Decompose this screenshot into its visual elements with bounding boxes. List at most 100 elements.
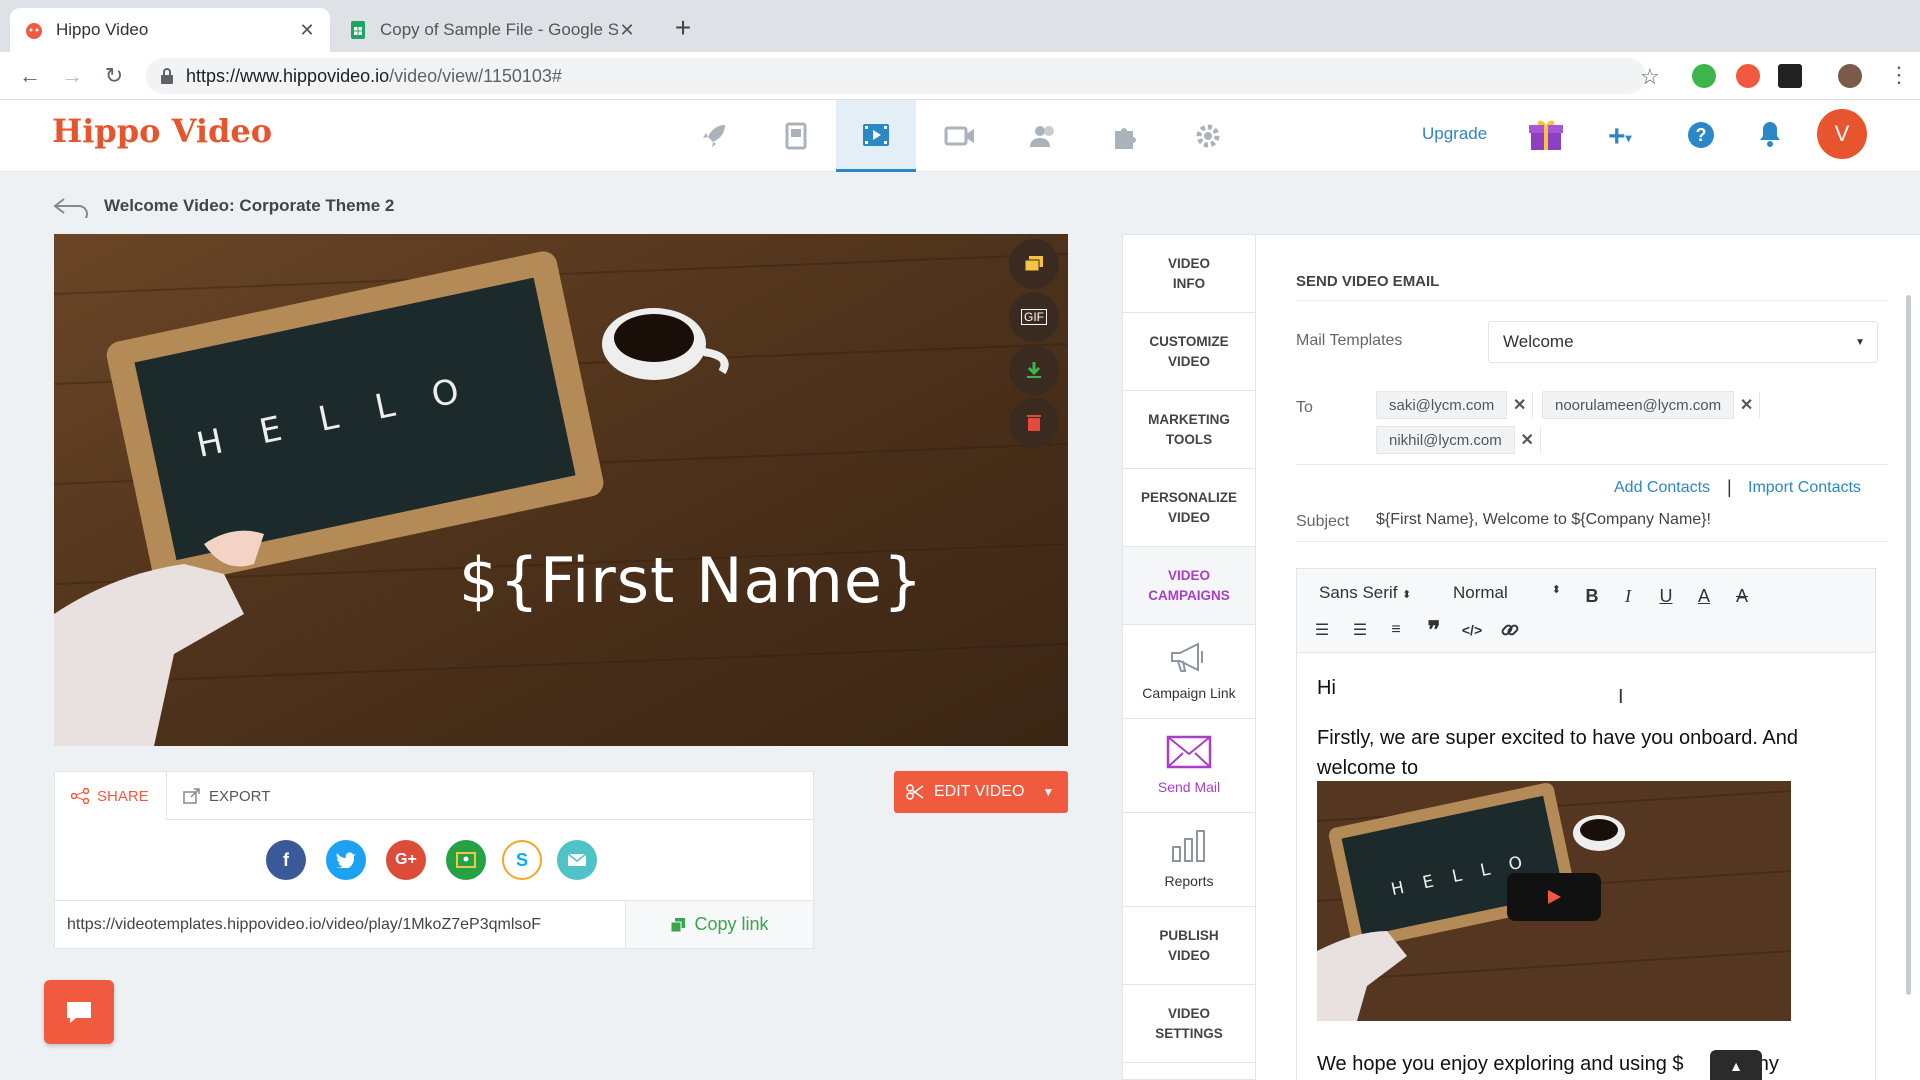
document-extension-icon[interactable]: [1778, 64, 1802, 88]
share-url-field[interactable]: https://videotemplates.hippovideo.io/vid…: [55, 900, 625, 948]
new-tab-button[interactable]: +: [668, 14, 698, 44]
grammarly-extension-icon[interactable]: [1692, 64, 1716, 88]
hippo-extension-icon[interactable]: [1736, 64, 1760, 88]
scroll-up-icon[interactable]: ▲: [1710, 1050, 1762, 1080]
menu-reports[interactable]: Reports: [1123, 813, 1255, 907]
email-greeting[interactable]: Hi: [1317, 673, 1336, 703]
tab-close-icon[interactable]: ✕: [618, 20, 636, 41]
page-title: Welcome Video: Corporate Theme 2: [104, 196, 395, 215]
url-domain: https://www.hippovideo.io: [186, 65, 390, 86]
share-panel: SHARE EXPORT f G+ S https://videotemplat…: [54, 771, 814, 949]
menu-personalize-video[interactable]: PERSONALIZE VIDEO: [1123, 469, 1255, 547]
twitter-icon[interactable]: [326, 840, 366, 880]
reload-icon[interactable]: ↻: [100, 62, 128, 90]
bold-icon[interactable]: B: [1579, 583, 1605, 609]
remove-recipient-icon[interactable]: ✕: [1733, 391, 1760, 419]
italic-icon[interactable]: I: [1615, 583, 1641, 609]
gift-icon[interactable]: [1528, 116, 1564, 152]
sheets-favicon-icon: [348, 20, 368, 40]
play-button-icon[interactable]: [1507, 873, 1601, 921]
text-color-icon[interactable]: A: [1691, 583, 1717, 609]
mail-templates-label: Mail Templates: [1296, 332, 1403, 349]
duplicate-icon[interactable]: [1009, 239, 1059, 289]
video-thumbnail-image: H E L L O: [54, 234, 1068, 746]
classroom-icon[interactable]: [446, 840, 486, 880]
browser-menu-icon[interactable]: ⋮: [1888, 62, 1910, 88]
user-avatar[interactable]: V: [1817, 109, 1867, 159]
camera-icon[interactable]: [920, 100, 1000, 172]
browser-tab-google-sheet[interactable]: Copy of Sample File - Google S ✕: [334, 8, 650, 52]
create-plus-icon[interactable]: +▾: [1608, 120, 1632, 154]
remove-recipient-icon[interactable]: ✕: [1513, 426, 1540, 454]
copy-icon: [670, 917, 686, 933]
export-tab[interactable]: EXPORT: [167, 772, 287, 820]
bullet-list-icon[interactable]: ☰: [1347, 617, 1373, 643]
underline-icon[interactable]: U: [1653, 583, 1679, 609]
email-body-line[interactable]: Firstly, we are super excited to have yo…: [1317, 723, 1798, 753]
code-icon[interactable]: </>: [1459, 617, 1485, 643]
panel-scrollbar[interactable]: [1906, 295, 1911, 995]
bookmark-star-icon[interactable]: ☆: [1640, 64, 1660, 90]
rocket-icon[interactable]: [674, 100, 754, 172]
email-body-line[interactable]: welcome to: [1317, 753, 1418, 783]
menu-send-mail[interactable]: Send Mail: [1123, 719, 1255, 813]
help-icon[interactable]: ?: [1688, 122, 1714, 148]
share-tab[interactable]: SHARE: [55, 772, 167, 820]
add-contacts-link[interactable]: Add Contacts: [1614, 479, 1710, 497]
menu-customize-video[interactable]: CUSTOMIZE VIDEO: [1123, 313, 1255, 391]
text-cursor-icon: I: [1618, 686, 1624, 708]
library-icon[interactable]: [756, 100, 836, 172]
subject-field[interactable]: ${First Name}, Welcome to ${Company Name…: [1376, 511, 1711, 529]
divider: [1296, 541, 1888, 542]
chat-button[interactable]: [44, 980, 114, 1044]
ordered-list-icon[interactable]: ☰: [1309, 617, 1335, 643]
menu-video-campaigns[interactable]: VIDEO CAMPAIGNS: [1123, 547, 1255, 625]
gif-icon[interactable]: GIF: [1009, 292, 1059, 342]
email-icon[interactable]: [557, 840, 597, 880]
videos-nav-icon[interactable]: [836, 100, 916, 172]
import-contacts-link[interactable]: Import Contacts: [1748, 479, 1861, 497]
integrations-icon[interactable]: [1086, 100, 1166, 172]
embedded-video-thumbnail[interactable]: H E L L O: [1317, 781, 1791, 1021]
edit-video-button[interactable]: EDIT VIDEO ▼: [894, 771, 1068, 813]
settings-icon[interactable]: [1168, 100, 1248, 172]
video-preview[interactable]: H E L L O ${First Name}: [54, 234, 1068, 746]
menu-campaign-link[interactable]: Campaign Link: [1123, 625, 1255, 719]
menu-marketing-tools[interactable]: MARKETING TOOLS: [1123, 391, 1255, 469]
remove-recipient-icon[interactable]: ✕: [1506, 391, 1533, 419]
chevron-down-icon[interactable]: ▼: [1042, 785, 1054, 799]
bar-chart-icon: [1172, 829, 1205, 862]
forward-arrow-icon[interactable]: →: [58, 62, 86, 90]
tab-close-icon[interactable]: ✕: [298, 20, 316, 41]
font-size-select[interactable]: Normal ⬍: [1453, 583, 1561, 603]
font-family-select[interactable]: Sans Serif ⬍: [1319, 583, 1411, 603]
menu-publish-video[interactable]: PUBLISH VIDEO: [1123, 907, 1255, 985]
divider: [1296, 300, 1888, 301]
back-arrow-icon[interactable]: ←: [16, 62, 44, 90]
download-icon[interactable]: [1009, 345, 1059, 395]
notification-bell-icon[interactable]: [1758, 120, 1782, 148]
menu-video-info[interactable]: VIDEO INFO: [1123, 235, 1255, 313]
upgrade-link[interactable]: Upgrade: [1422, 124, 1487, 144]
link-icon[interactable]: [1497, 617, 1523, 643]
delete-icon[interactable]: [1009, 398, 1059, 448]
profile-avatar-icon[interactable]: [1838, 64, 1862, 88]
back-icon[interactable]: [52, 196, 90, 218]
mail-template-select[interactable]: Welcome ▼: [1488, 321, 1878, 363]
menu-video-settings[interactable]: VIDEO SETTINGS: [1123, 985, 1255, 1063]
hippo-video-logo[interactable]: Hippo Video: [52, 112, 272, 150]
facebook-icon[interactable]: f: [266, 840, 306, 880]
editor-toolbar: Sans Serif ⬍ Normal ⬍ B I U A A ☰ ☰ ≡ ❞ <…: [1297, 569, 1875, 653]
users-icon[interactable]: [1004, 100, 1084, 172]
browser-tab-hippo-video[interactable]: Hippo Video ✕: [10, 8, 330, 52]
browser-tab-bar: Hippo Video ✕ Copy of Sample File - Goog…: [0, 0, 1920, 52]
copy-link-button[interactable]: Copy link: [625, 900, 813, 948]
blockquote-icon[interactable]: ❞: [1421, 617, 1447, 644]
align-icon[interactable]: ≡: [1383, 617, 1409, 643]
address-bar[interactable]: https://www.hippovideo.io/video/view/115…: [146, 58, 1646, 94]
lock-icon: [160, 68, 174, 84]
clear-format-icon[interactable]: A: [1729, 583, 1755, 609]
skype-icon[interactable]: S: [502, 840, 542, 880]
google-plus-icon[interactable]: G+: [386, 840, 426, 880]
share-icon: [71, 788, 89, 804]
